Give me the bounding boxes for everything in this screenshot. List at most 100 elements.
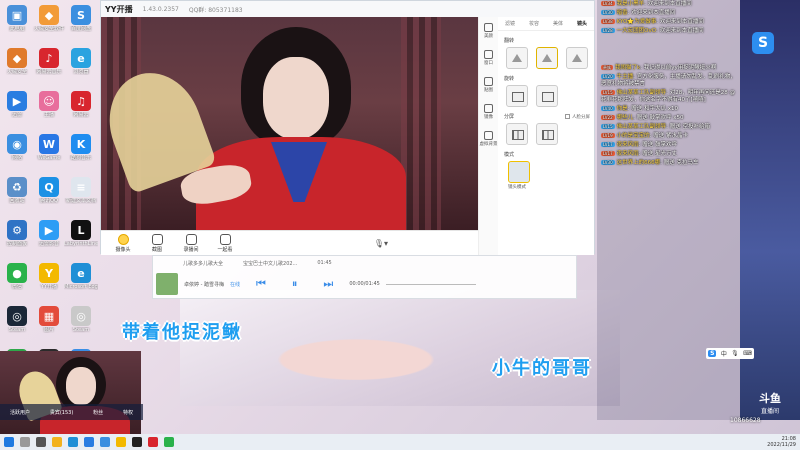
sidebar-item-virtual-bg[interactable]: 虚拟背景 [479,125,498,152]
desktop-icon[interactable]: W WeGame [32,134,66,174]
ime-mode[interactable]: 中 [721,349,727,358]
tab-makeup[interactable]: 妆容 [529,20,539,27]
app-logo: YY开播 [105,4,133,14]
desktop-icon[interactable]: ▣ 此电脑 [0,5,34,45]
chat-nickname[interactable]: 一大宏团团OvO [617,28,656,34]
desktop-icon[interactable]: L LabyrinthLine [64,220,98,260]
desktop-icon[interactable]: e 浏览器 [64,48,98,88]
desktop-icon[interactable]: ≡ 新建文本文档 [64,177,98,217]
chat-nickname[interactable]: 我闹猫了k [615,65,640,71]
chat-text: 欢迎来到本直播间 [659,19,704,25]
tab-lens[interactable]: 镜头 [577,20,587,27]
sticker-icon [484,76,493,86]
chat-spacer [597,36,740,64]
audio-device-icon[interactable]: 🎙▾ [374,239,388,248]
desktop-icon[interactable]: ◆ 火绒安全 [0,48,34,88]
chat-nickname[interactable]: 小的是宝宝的 [617,133,650,139]
chat-nickname[interactable]: 我是小黑羊 [617,1,645,7]
tab-fans[interactable]: 粉丝 [93,409,103,416]
desktop-icon[interactable]: ◎ Steam [0,306,34,346]
desktop-icon[interactable]: ♻ 回收站 [0,177,34,217]
desktop-icon[interactable]: ▶ 迅雷影音 [32,220,66,260]
camera-button[interactable]: 摄像头 [113,233,133,253]
split-three-button[interactable] [536,123,558,145]
ime-toolbar[interactable]: S 中 🎙 ⌨ [706,348,754,359]
level-badge: LV40 [601,106,615,111]
level-badge: LV15 [601,124,615,129]
app-icon: ▶ [39,220,59,240]
split-options [506,123,594,145]
watch-together-button[interactable]: 一起看 [215,233,235,253]
progress-bar[interactable] [385,283,476,285]
rotate-right-button[interactable] [536,85,558,107]
next-button[interactable]: ⏭ [323,277,333,291]
chat-nickname[interactable]: 佛山某某工队副领导 [617,124,667,130]
face-split-checkbox[interactable]: 人脸分屏 [565,113,590,120]
sidebar-item-window[interactable]: 窗口 [479,44,498,71]
prev-button[interactable]: ⏮ [256,277,266,291]
app-icon[interactable] [100,437,110,447]
chat-nickname[interactable]: 牛主播 [617,74,634,80]
chat-message: LV38 KYO⭐为爱做事: 欢迎来到本直播间 [601,19,704,25]
desktop-icon[interactable]: ▶ 迅雷 [0,91,34,131]
clock-date: 2022/11/29 [767,442,796,448]
task-view-icon[interactable] [36,437,46,447]
desktop-icon[interactable]: ◉ 网络 [0,134,34,174]
search-icon[interactable] [20,437,30,447]
desktop-icon[interactable]: e Microsoft Edge [64,263,98,303]
desktop-icon[interactable]: ☺ 主播 [32,91,66,131]
wechat-icon[interactable] [164,437,174,447]
chat-nickname[interactable]: 这世界上的666哪 [617,160,661,166]
virtual-bg-icon [484,130,493,140]
desktop-icon[interactable]: ◆ 火绒安全软件 [32,5,66,45]
watch-icon [219,233,231,245]
desktop-icon[interactable]: K 酷狗音乐 [64,134,98,174]
desktop-icon[interactable]: ◎ Steam [64,306,98,346]
obs-icon[interactable] [132,437,142,447]
chat-nickname[interactable]: 夜来风雨 [617,151,639,157]
ime-mic-icon[interactable]: 🎙 [731,350,739,357]
music-icon[interactable] [148,437,158,447]
desktop-icon[interactable]: ♫ 网易云 [64,91,98,131]
ime-keyboard-icon[interactable]: ⌨ [743,350,752,357]
chat-message: LV28 一大宏团团OvO: 欢迎来到本直播间 [601,28,704,34]
lens-mode-button[interactable] [508,161,530,183]
playlist-row[interactable]: 儿歌多多儿歌大全 宝宝巴士中文儿歌202... 01:45 [153,256,576,270]
chat-nickname[interactable]: 夜来风雨 [617,142,639,148]
tab-body[interactable]: 美体 [553,20,563,27]
desktop-icon[interactable]: ♪ 网易云音乐 [32,48,66,88]
record-button[interactable]: 录播间 [181,233,201,253]
file-explorer-icon[interactable] [52,437,62,447]
rotate-left-button[interactable] [506,85,528,107]
desktop-icon[interactable]: ⚙ 控制面板 [0,220,34,260]
tab-privilege[interactable]: 特权 [123,409,133,416]
desktop-icon[interactable]: S 百度网盘 [64,5,98,45]
chat-nickname[interactable]: 你是 [617,106,628,112]
tab-vip[interactable]: 贵宾(153) [50,409,73,416]
sidebar-item-beauty[interactable]: 美颜 [479,17,498,44]
edge-icon[interactable] [68,437,78,447]
chat-nickname[interactable]: 哪些儿 [617,115,634,121]
split-two-button[interactable] [506,123,528,145]
yy-icon[interactable] [116,437,126,447]
tab-filter[interactable]: 滤镜 [505,20,515,27]
screenshot-button[interactable]: 截图 [147,233,167,253]
clock[interactable]: 21:08 2022/11/29 [767,436,796,448]
flip-reset-button[interactable] [566,47,588,69]
start-icon[interactable] [4,437,14,447]
flip-horizontal-button[interactable] [506,47,528,69]
tab-active-users[interactable]: 活跃用户 [10,409,30,416]
pause-button[interactable]: ⏸ [292,277,298,291]
app-icon[interactable] [84,437,94,447]
desktop-icon[interactable]: ▦ 图片 [32,306,66,346]
sidebar-item-mirror[interactable]: 镜像 [479,98,498,125]
desktop-icon[interactable]: ● 微信 [0,263,34,303]
desktop-icon[interactable]: Y YY开播 [32,263,66,303]
flip-vertical-button[interactable] [536,47,558,69]
desktop-icon[interactable]: Q 腾讯QQ [32,177,66,217]
level-badge: LV19 [601,133,615,138]
sidebar-item-sticker[interactable]: 贴图 [479,71,498,98]
chat-nickname[interactable]: 暗香 [617,10,628,16]
chat-nickname[interactable]: KYO⭐为爱做事 [617,19,657,25]
chat-nickname[interactable]: 佛山某某工队副领导 [617,90,667,96]
